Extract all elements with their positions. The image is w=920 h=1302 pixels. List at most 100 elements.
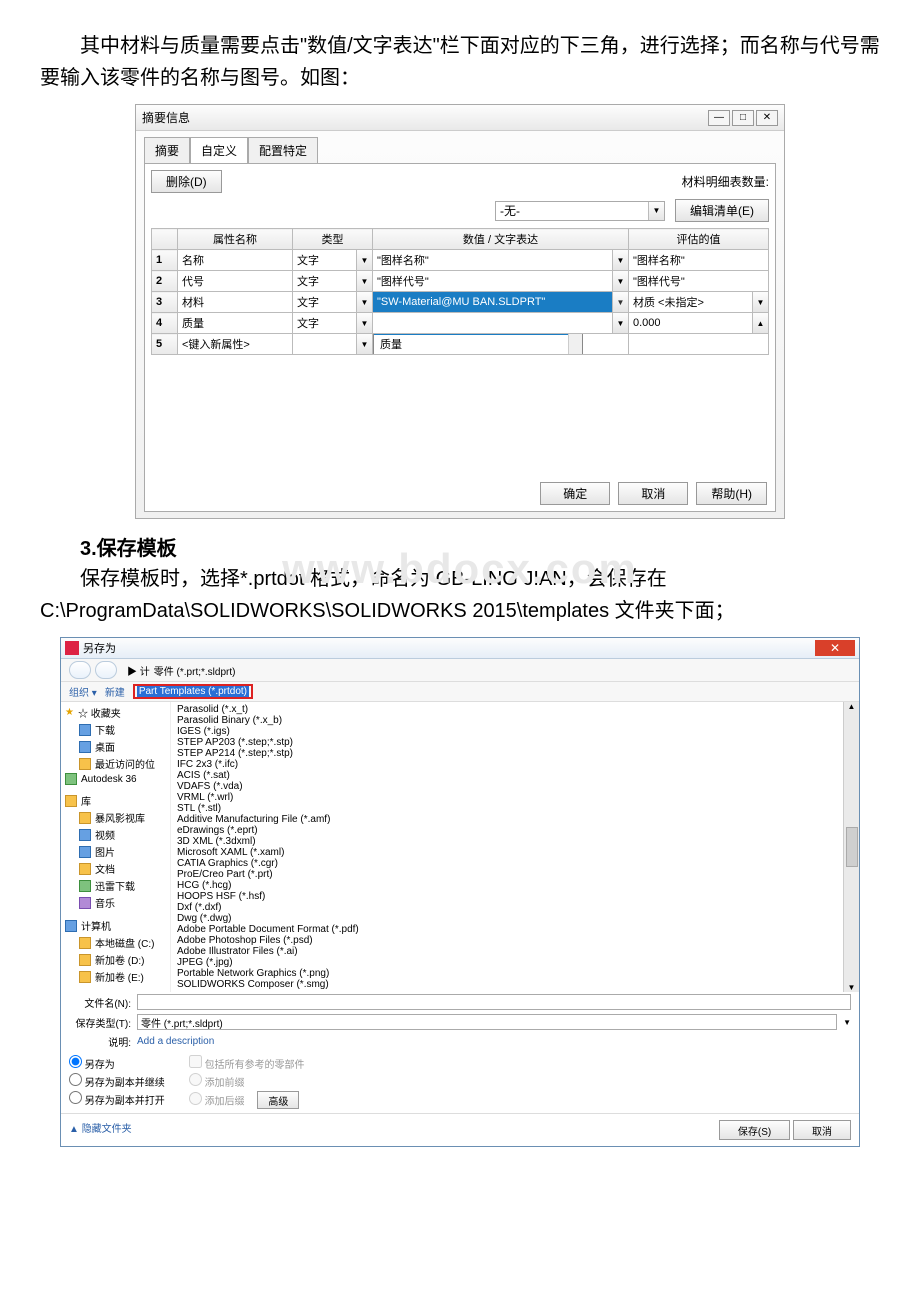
- nav-item[interactable]: 下载: [65, 721, 166, 738]
- chevron-down-icon[interactable]: ▼: [612, 313, 628, 333]
- prop-name[interactable]: 材料: [178, 292, 293, 313]
- nav-item[interactable]: 新加卷 (E:): [65, 968, 166, 985]
- nav-computer[interactable]: 计算机: [65, 917, 166, 934]
- filetype-item[interactable]: Adobe Portable Document Format (*.pdf): [175, 924, 839, 935]
- filetype-item[interactable]: ProE/Creo Part (*.prt): [175, 869, 839, 880]
- save-button[interactable]: 保存(S): [719, 1120, 790, 1140]
- filetype-list[interactable]: Parasolid (*.x_t)Parasolid Binary (*.x_b…: [171, 702, 843, 992]
- filetype-item[interactable]: JPEG (*.jpg): [175, 957, 839, 968]
- table-row[interactable]: 4 质量 文字▼ ▼ 0.000▲: [152, 313, 769, 334]
- filetype-item[interactable]: Dwg (*.dwg): [175, 913, 839, 924]
- check-include-refs[interactable]: 包括所有参考的零部件: [189, 1055, 305, 1071]
- table-row[interactable]: 2 代号 文字▼ "图样代号"▼ "图样代号": [152, 271, 769, 292]
- chevron-down-icon[interactable]: ▼: [752, 292, 768, 312]
- nav-tree[interactable]: ★☆ 收藏夹 下载 桌面 最近访问的位 Autodesk 36 库 暴风影视库 …: [61, 702, 171, 992]
- filetype-item[interactable]: STEP AP203 (*.step;*.stp): [175, 737, 839, 748]
- radio-saveas-copy-continue[interactable]: 另存为副本并继续: [69, 1073, 165, 1089]
- edit-list-button[interactable]: 编辑清单(E): [675, 199, 769, 222]
- filetype-item[interactable]: STL (*.stl): [175, 803, 839, 814]
- close-button[interactable]: ✕: [815, 640, 855, 656]
- filetype-item[interactable]: Adobe Illustrator Files (*.ai): [175, 946, 839, 957]
- minimize-button[interactable]: —: [708, 110, 730, 126]
- radio-saveas-copy-open[interactable]: 另存为副本并打开: [69, 1091, 165, 1107]
- prop-type[interactable]: 文字▼: [293, 313, 373, 334]
- chevron-up-icon[interactable]: ▲: [752, 313, 768, 333]
- prop-type[interactable]: 文字▼: [293, 271, 373, 292]
- prop-expr[interactable]: "SW-Material@MU BAN.SLDPRT"▼: [373, 292, 629, 313]
- nav-item[interactable]: 文档: [65, 860, 166, 877]
- breadcrumb[interactable]: ▶ 计 零件 (*.prt;*.sldprt): [61, 659, 859, 682]
- chevron-down-icon[interactable]: ▼: [356, 271, 372, 291]
- new-folder-button[interactable]: 新建: [105, 684, 125, 699]
- chevron-down-icon[interactable]: ▼: [612, 292, 628, 312]
- prop-expr[interactable]: 材料 质量 密度 体积 表面积 成本 - 总成本 成本 - 材料成本 成本 - …: [373, 334, 629, 355]
- filetype-item[interactable]: eDrawings (*.eprt): [175, 825, 839, 836]
- forward-button[interactable]: [95, 661, 117, 679]
- chevron-down-icon[interactable]: ▼: [843, 1018, 851, 1027]
- filename-input[interactable]: [137, 994, 851, 1010]
- filetype-item[interactable]: ACIS (*.sat): [175, 770, 839, 781]
- filetype-item[interactable]: IGES (*.igs): [175, 726, 839, 737]
- hide-folders-link[interactable]: ▲ 隐藏文件夹: [69, 1120, 132, 1140]
- advanced-button[interactable]: 高级: [257, 1091, 299, 1109]
- prop-name-new[interactable]: <键入新属性>: [178, 334, 293, 355]
- highlighted-type[interactable]: Part Templates (*.prtdot): [137, 686, 249, 697]
- savetype-select[interactable]: 零件 (*.prt;*.sldprt): [137, 1014, 837, 1030]
- nav-item[interactable]: 图片: [65, 843, 166, 860]
- nav-item[interactable]: 新加卷 (D:): [65, 951, 166, 968]
- filetype-item[interactable]: Dxf (*.dxf): [175, 902, 839, 913]
- maximize-button[interactable]: □: [732, 110, 754, 126]
- filetype-item[interactable]: HOOPS HSF (*.hsf): [175, 891, 839, 902]
- nav-item[interactable]: 音乐: [65, 894, 166, 911]
- scrollbar[interactable]: ▲ ▼: [843, 702, 859, 992]
- nav-libraries[interactable]: 库: [65, 792, 166, 809]
- prop-type[interactable]: ▼: [293, 334, 373, 355]
- radio-saveas[interactable]: 另存为: [69, 1055, 165, 1071]
- scroll-down-icon[interactable]: ▼: [848, 983, 856, 992]
- delete-button[interactable]: 删除(D): [151, 170, 222, 193]
- tab-config[interactable]: 配置特定: [248, 137, 318, 163]
- scrollbar[interactable]: ▲▼: [568, 334, 582, 355]
- organize-button[interactable]: 组织 ▾: [69, 684, 97, 699]
- nav-item[interactable]: 视频: [65, 826, 166, 843]
- chevron-down-icon[interactable]: ▼: [356, 250, 372, 270]
- nav-item[interactable]: 暴风影视库: [65, 809, 166, 826]
- expr-dropdown[interactable]: 材料 质量 密度 体积 表面积 成本 - 总成本 成本 - 材料成本 成本 - …: [373, 334, 583, 355]
- filetype-item[interactable]: 3D XML (*.3dxml): [175, 836, 839, 847]
- dropdown-item[interactable]: 质量: [374, 335, 568, 353]
- nav-favorites[interactable]: ★☆ 收藏夹: [65, 704, 166, 721]
- prop-expr[interactable]: "图样代号"▼: [373, 271, 629, 292]
- chevron-down-icon[interactable]: ▼: [612, 271, 628, 291]
- dropdown-item[interactable]: 密度: [374, 353, 568, 355]
- nav-item[interactable]: 迅雷下载: [65, 877, 166, 894]
- filetype-item[interactable]: IFC 2x3 (*.ifc): [175, 759, 839, 770]
- table-row[interactable]: 3 材料 文字▼ "SW-Material@MU BAN.SLDPRT"▼ 材质…: [152, 292, 769, 313]
- nav-item[interactable]: 最近访问的位: [65, 755, 166, 772]
- chevron-down-icon[interactable]: ▼: [356, 292, 372, 312]
- tab-custom[interactable]: 自定义: [190, 137, 248, 163]
- filetype-item[interactable]: Adobe Photoshop Files (*.psd): [175, 935, 839, 946]
- check-prefix[interactable]: 添加前缀: [189, 1073, 305, 1089]
- filetype-item[interactable]: Parasolid (*.x_t): [175, 704, 839, 715]
- back-button[interactable]: [69, 661, 91, 679]
- cancel-button[interactable]: 取消: [793, 1120, 851, 1140]
- prop-expr[interactable]: ▼: [373, 313, 629, 334]
- chevron-down-icon[interactable]: ▼: [648, 202, 664, 220]
- prop-name[interactable]: 质量: [178, 313, 293, 334]
- chevron-down-icon[interactable]: ▼: [612, 250, 628, 270]
- filetype-item[interactable]: Portable Network Graphics (*.png): [175, 968, 839, 979]
- chevron-down-icon[interactable]: ▼: [356, 313, 372, 333]
- close-button[interactable]: ✕: [756, 110, 778, 126]
- filetype-item[interactable]: Microsoft XAML (*.xaml): [175, 847, 839, 858]
- filetype-item[interactable]: Parasolid Binary (*.x_b): [175, 715, 839, 726]
- help-button[interactable]: 帮助(H): [696, 482, 767, 505]
- filetype-item[interactable]: STEP AP214 (*.step;*.stp): [175, 748, 839, 759]
- filetype-item[interactable]: VDAFS (*.vda): [175, 781, 839, 792]
- filetype-item[interactable]: HCG (*.hcg): [175, 880, 839, 891]
- filetype-item[interactable]: SOLIDWORKS Composer (*.smg): [175, 979, 839, 990]
- prop-type[interactable]: 文字▼: [293, 250, 373, 271]
- scroll-up-icon[interactable]: ▲: [848, 702, 856, 711]
- prop-name[interactable]: 名称: [178, 250, 293, 271]
- table-row[interactable]: 5 <键入新属性> ▼ 材料 质量 密度: [152, 334, 769, 355]
- tab-summary[interactable]: 摘要: [144, 137, 190, 163]
